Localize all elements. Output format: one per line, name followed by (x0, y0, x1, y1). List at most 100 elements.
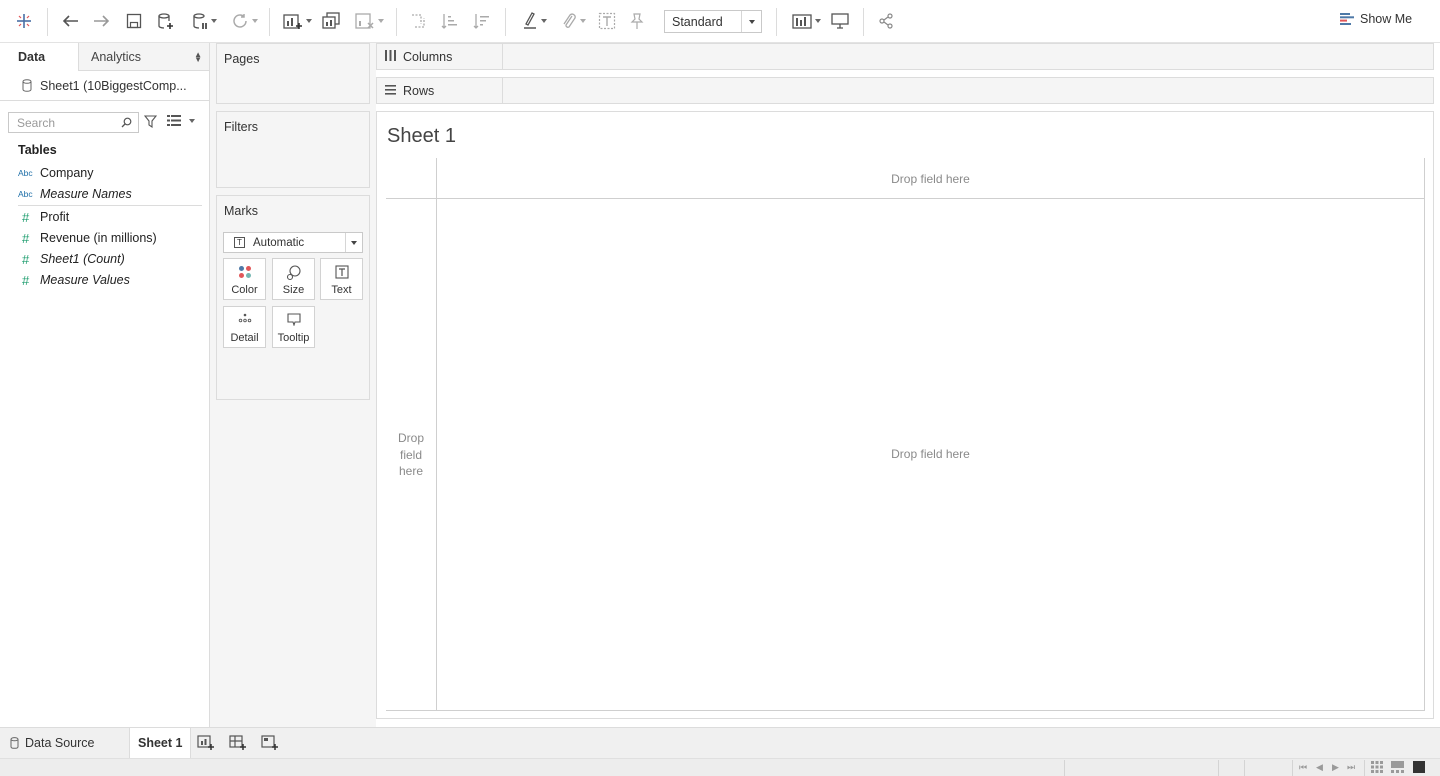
first-sheet-icon[interactable]: ⏮ (1299, 762, 1307, 773)
fit-width-icon[interactable] (789, 8, 823, 34)
data-pane: Data Analytics ▲ ▼ Sheet1 (10BiggestComp.… (0, 43, 210, 727)
new-dashboard-tab-icon[interactable] (229, 735, 246, 753)
text-button[interactable]: Text (320, 258, 363, 300)
pause-updates-icon[interactable] (187, 8, 221, 34)
tab-sheet1[interactable]: Sheet 1 (129, 728, 192, 758)
previous-sheet-icon[interactable]: ◀ (1316, 762, 1323, 773)
status-separator (1244, 760, 1245, 776)
drop-zone-rows[interactable]: Drop field here (387, 430, 435, 480)
tab-analytics[interactable]: Analytics ▲ ▼ (79, 43, 209, 71)
show-tabs-icon[interactable] (1413, 761, 1425, 775)
field-measure-values[interactable]: # Measure Values (18, 270, 202, 290)
field-name: Measure Values (40, 273, 130, 287)
chevron-down-icon[interactable] (345, 233, 362, 252)
drop-zone-columns[interactable]: Drop field here (437, 172, 1424, 186)
show-filmstrip-icon[interactable] (1391, 761, 1404, 775)
worksheet-view: Sheet 1 Drop field here Drop field here … (376, 111, 1434, 719)
sheet-title[interactable]: Sheet 1 (387, 125, 456, 148)
highlight-icon[interactable] (518, 8, 550, 34)
rows-shelf[interactable]: Rows (376, 77, 1434, 104)
columns-shelf[interactable]: Columns (376, 43, 1434, 70)
new-datasource-icon[interactable] (156, 8, 176, 34)
save-icon[interactable] (124, 8, 144, 34)
show-sheet-sorter-icon[interactable] (1371, 761, 1383, 775)
tab-data[interactable]: Data (0, 43, 79, 71)
next-sheet-icon[interactable]: ▶ (1332, 762, 1339, 773)
tableau-logo-icon[interactable] (14, 8, 34, 34)
view-options-icon[interactable] (167, 115, 195, 126)
show-me-button[interactable]: Show Me (1340, 12, 1412, 26)
field-profit[interactable]: # Profit (18, 207, 202, 227)
tab-data-source-label: Data Source (25, 736, 95, 750)
color-label: Color (231, 284, 258, 296)
show-mark-labels-icon[interactable] (597, 8, 617, 34)
field-name: Sheet1 (Count) (40, 252, 125, 266)
last-sheet-icon[interactable]: ⏭ (1347, 762, 1355, 773)
cards-pane: Pages Filters Marks T Automatic Color Si… (210, 43, 376, 727)
redo-icon[interactable] (92, 8, 112, 34)
columns-shelf-label: Columns (377, 44, 503, 69)
search-input[interactable]: Search (8, 112, 139, 133)
new-worksheet-tab-icon[interactable] (197, 735, 214, 753)
detail-icon (224, 313, 265, 323)
toolbar-separator (776, 8, 777, 36)
marks-card-title: Marks (224, 204, 259, 218)
datasource-item[interactable]: Sheet1 (10BiggestComp... (0, 71, 209, 101)
refresh-icon[interactable] (226, 8, 262, 34)
group-members-icon[interactable] (556, 8, 590, 34)
grid-line (386, 710, 1425, 711)
fix-axes-icon[interactable] (627, 8, 647, 34)
field-company[interactable]: Abc Company (18, 163, 202, 183)
toolbar-separator (47, 8, 48, 36)
chevron-down-icon[interactable] (741, 11, 761, 32)
rows-shelf-label: Rows (377, 78, 503, 103)
measure-number-icon: # (22, 209, 30, 225)
sort-ascending-icon[interactable] (439, 8, 461, 34)
presentation-mode-icon[interactable] (829, 8, 851, 34)
sort-arrows-icon: ▲ ▼ (194, 50, 202, 64)
dimension-string-icon: Abc (18, 189, 33, 199)
measure-number-icon: # (22, 251, 30, 267)
drop-rows-text: Drop (397, 431, 424, 445)
size-button[interactable]: Size (272, 258, 315, 300)
tables-heading: Tables (18, 143, 57, 157)
toolbar: Standard Show Me (0, 0, 1440, 43)
marks-card: Marks T Automatic Color Size Text Detail… (216, 195, 370, 400)
tooltip-label: Tooltip (277, 332, 310, 344)
filter-icon[interactable] (143, 115, 158, 131)
filters-card[interactable]: Filters (216, 111, 370, 188)
show-me-label: Show Me (1360, 12, 1413, 26)
field-sheet1-count[interactable]: # Sheet1 (Count) (18, 249, 202, 269)
fit-select[interactable]: Standard (664, 10, 762, 33)
detail-button[interactable]: Detail (223, 306, 266, 348)
new-worksheet-icon[interactable] (280, 8, 314, 34)
tab-data-source[interactable]: Data Source (10, 728, 94, 758)
status-bar: ⏮ ◀ ▶ ⏭ (0, 758, 1440, 776)
dimension-string-icon: Abc (18, 168, 33, 178)
sort-descending-icon[interactable] (471, 8, 493, 34)
new-story-tab-icon[interactable] (261, 735, 278, 753)
toolbar-separator (863, 8, 864, 36)
field-name: Measure Names (40, 187, 132, 201)
search-icon (121, 117, 132, 128)
drop-rows-text: field (399, 447, 422, 462)
tooltip-button[interactable]: Tooltip (272, 306, 315, 348)
pages-card[interactable]: Pages (216, 43, 370, 104)
share-icon[interactable] (876, 8, 896, 34)
drop-zone-center[interactable]: Drop field here (437, 447, 1424, 461)
undo-icon[interactable] (60, 8, 80, 34)
size-icon (273, 265, 314, 281)
fit-select-value: Standard (672, 14, 723, 29)
clear-sheet-icon[interactable] (351, 8, 387, 34)
field-name: Revenue (in millions) (40, 231, 157, 245)
swap-rows-columns-icon[interactable] (407, 8, 429, 34)
field-measure-names[interactable]: Abc Measure Names (18, 184, 202, 204)
tooltip-icon (273, 313, 314, 326)
mark-type-select[interactable]: T Automatic (223, 232, 363, 253)
text-label: Text (331, 284, 352, 296)
color-button[interactable]: Color (223, 258, 266, 300)
grid-line (436, 158, 437, 711)
field-revenue[interactable]: # Revenue (in millions) (18, 228, 202, 248)
tab-analytics-label: Analytics (91, 49, 142, 64)
duplicate-sheet-icon[interactable] (320, 8, 342, 34)
